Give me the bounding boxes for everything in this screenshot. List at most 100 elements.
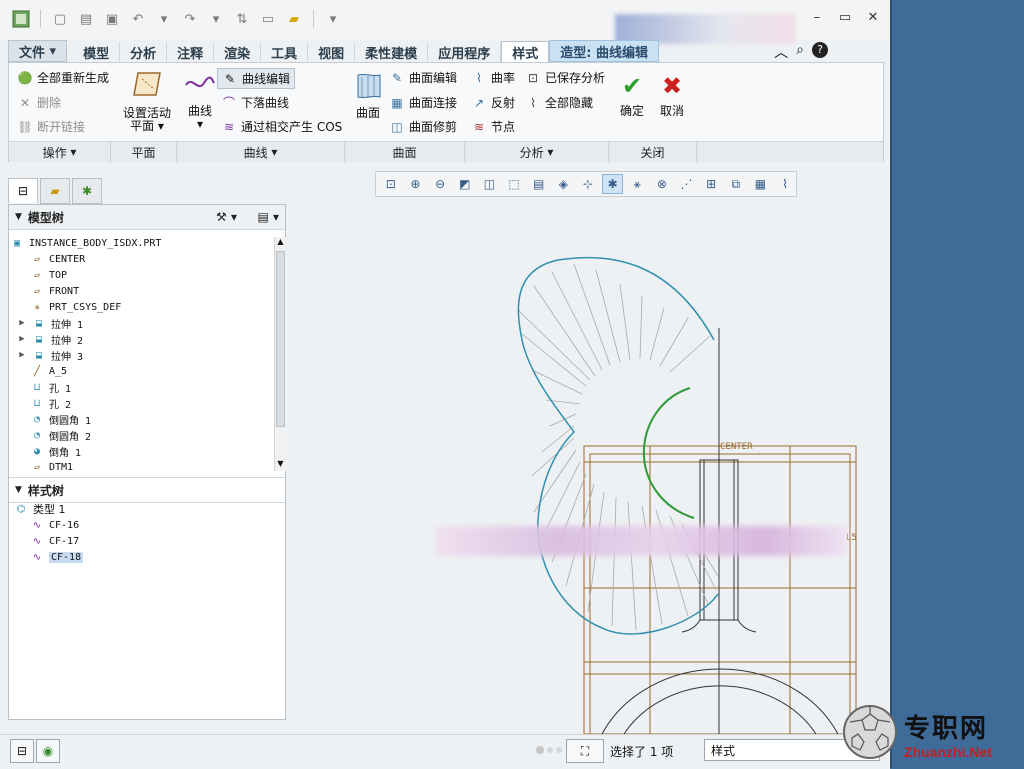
csys-display-icon[interactable]: ⊞ bbox=[700, 174, 722, 194]
minimize-icon[interactable]: – bbox=[808, 8, 826, 26]
tab-file[interactable]: 文件 ▾ bbox=[8, 40, 68, 62]
curvature-button[interactable]: ⌇ 曲率 bbox=[471, 69, 515, 86]
favorites-tab[interactable]: ✱ bbox=[72, 178, 102, 204]
tree-item[interactable]: ∿ CF-16 bbox=[9, 517, 269, 533]
model-tree-tab[interactable]: ⊟ bbox=[8, 178, 38, 203]
expand-icon[interactable]: ▶ bbox=[17, 334, 27, 344]
browser-icon[interactable]: ◉ bbox=[36, 739, 60, 763]
tab-annotate[interactable]: 注释 bbox=[167, 42, 215, 62]
curve-display-icon[interactable]: ⌇ bbox=[774, 174, 796, 194]
group-label-analysis[interactable]: 分析 ▾ bbox=[465, 142, 609, 162]
tree-item[interactable]: ◔ 倒圆角 1 bbox=[9, 411, 269, 427]
zoom-out-icon[interactable]: ⊖ bbox=[429, 174, 451, 194]
spin-center-icon[interactable]: ✱ bbox=[601, 174, 624, 194]
surface-connect-button[interactable]: ▦ 曲面连接 bbox=[389, 94, 457, 111]
scroll-down-icon[interactable]: ▼ bbox=[275, 459, 286, 471]
new-icon[interactable]: ▢ bbox=[49, 8, 71, 30]
tree-item[interactable]: ◕ 倒角 1 bbox=[9, 443, 269, 459]
tree-item-selected[interactable]: ∿ CF-18 bbox=[9, 549, 269, 565]
tree-item[interactable]: ▱ DTM1 bbox=[9, 459, 269, 475]
tab-applications[interactable]: 应用程序 bbox=[428, 42, 502, 62]
plane-display-icon[interactable]: ⧉ bbox=[725, 174, 747, 194]
regenerate-all-button[interactable]: 🟢 全部重新生成 bbox=[17, 69, 110, 86]
open-icon[interactable]: ▤ bbox=[75, 8, 97, 30]
tree-item[interactable]: ✳ PRT_CSYS_DEF bbox=[9, 299, 269, 315]
app-icon[interactable] bbox=[10, 8, 32, 30]
tree-item[interactable]: ⊔ 孔 2 bbox=[9, 395, 269, 411]
close-window-icon[interactable]: ▰ bbox=[283, 8, 305, 30]
settings-icon[interactable]: ▤ ▾ bbox=[257, 210, 279, 224]
tab-flexible-modeling[interactable]: 柔性建模 bbox=[355, 42, 429, 62]
curve-button[interactable]: 曲线 ▾ bbox=[183, 73, 217, 131]
group-label-operations[interactable]: 操作 ▾ bbox=[9, 142, 111, 162]
save-icon[interactable]: ▣ bbox=[101, 8, 123, 30]
tree-item[interactable]: ▶ ⬓ 拉伸 2 bbox=[9, 331, 269, 347]
scroll-up-icon[interactable]: ▲ bbox=[275, 237, 286, 249]
tree-root[interactable]: ▣ INSTANCE_BODY_ISDX.PRT bbox=[9, 235, 269, 251]
tab-style-curve-edit[interactable]: 造型: 曲线编辑 bbox=[549, 40, 659, 62]
datum-display-icon[interactable]: ⊹ bbox=[577, 174, 599, 194]
reflect-button[interactable]: ↗ 反射 bbox=[471, 94, 515, 111]
tab-analysis[interactable]: 分析 bbox=[120, 42, 168, 62]
search-icon[interactable]: ⌕ bbox=[796, 42, 804, 62]
collapse-ribbon-icon[interactable]: ︿ bbox=[774, 42, 788, 62]
undo-dropdown-icon[interactable]: ▾ bbox=[153, 8, 175, 30]
redo-dropdown-icon[interactable]: ▾ bbox=[205, 8, 227, 30]
group-label-curves[interactable]: 曲线 ▾ bbox=[177, 142, 345, 162]
tree-item[interactable]: ◔ 倒圆角 2 bbox=[9, 427, 269, 443]
windows-icon[interactable]: ▭ bbox=[257, 8, 279, 30]
surface-trim-button[interactable]: ◫ 曲面修剪 bbox=[389, 118, 457, 135]
tab-style[interactable]: 样式 bbox=[501, 41, 550, 62]
folder-browser-tab[interactable]: ▰ bbox=[40, 178, 70, 204]
tab-tools[interactable]: 工具 bbox=[261, 42, 309, 62]
curve-edit-button[interactable]: ✎ 曲线编辑 bbox=[217, 68, 296, 89]
expand-icon[interactable]: ▶ bbox=[17, 350, 27, 360]
zoom-in-icon[interactable]: ⊕ bbox=[405, 174, 427, 194]
hide-all-button[interactable]: ⌇ 全部隐藏 bbox=[525, 94, 593, 111]
tree-root[interactable]: ⌬ 类型 1 bbox=[9, 501, 269, 517]
tree-item[interactable]: ⊔ 孔 1 bbox=[9, 379, 269, 395]
tools-icon[interactable]: ⚒ ▾ bbox=[216, 210, 237, 224]
tree-item[interactable]: ▶ ⬓ 拉伸 1 bbox=[9, 315, 269, 331]
surface-edit-button[interactable]: ✎ 曲面编辑 bbox=[389, 69, 457, 86]
customize-dropdown-icon[interactable]: ▾ bbox=[322, 8, 344, 30]
maximize-icon[interactable]: ▭ bbox=[836, 8, 854, 26]
tree-item[interactable]: ∿ CF-17 bbox=[9, 533, 269, 549]
redo-icon[interactable]: ↷ bbox=[179, 8, 201, 30]
scrollbar-thumb[interactable] bbox=[276, 251, 285, 427]
expand-icon[interactable]: ▶ bbox=[17, 318, 27, 328]
view-manager-icon[interactable]: ▤ bbox=[528, 174, 550, 194]
nodes-button[interactable]: ≋ 节点 bbox=[471, 118, 515, 135]
surface-button[interactable]: 曲面 bbox=[351, 71, 385, 120]
tree-item[interactable]: ▱ FRONT bbox=[9, 283, 269, 299]
grid-display-icon[interactable]: ▦ bbox=[750, 174, 772, 194]
display-style-icon[interactable]: ◫ bbox=[479, 174, 501, 194]
ok-button[interactable]: ✔ 确定 bbox=[615, 73, 649, 118]
annotation-display-icon[interactable]: ⚹ bbox=[626, 174, 648, 194]
break-link-button[interactable]: ⛓ 断开链接 bbox=[17, 118, 85, 135]
tree-item[interactable]: ▶ ⬓ 拉伸 3 bbox=[9, 347, 269, 363]
tree-item[interactable]: ▱ CENTER bbox=[9, 251, 269, 267]
saved-orientations-icon[interactable]: ⬚ bbox=[503, 174, 525, 194]
find-icon[interactable]: ⛶ bbox=[566, 739, 604, 763]
repaint-icon[interactable]: ◩ bbox=[454, 174, 476, 194]
tree-item[interactable]: ╱ A_5 bbox=[9, 363, 269, 379]
axis-display-icon[interactable]: ⊗ bbox=[651, 174, 673, 194]
graphics-window[interactable]: CENTER L5 bbox=[290, 200, 888, 735]
collapse-icon[interactable]: ▼ bbox=[15, 485, 22, 495]
tab-render[interactable]: 渲染 bbox=[214, 42, 262, 62]
close-icon[interactable]: ✕ bbox=[864, 8, 882, 26]
model-tree-scrollbar[interactable]: ▲ ▼ bbox=[274, 237, 286, 471]
tab-model[interactable]: 模型 bbox=[73, 42, 121, 62]
cancel-button[interactable]: ✖ 取消 bbox=[655, 73, 689, 118]
collapse-icon[interactable]: ▼ bbox=[15, 212, 22, 222]
refit-icon[interactable]: ⊡ bbox=[380, 174, 402, 194]
tree-item[interactable]: ▱ TOP bbox=[9, 267, 269, 283]
set-active-plane-button[interactable]: 设置活动 平面 ▾ bbox=[117, 71, 177, 133]
tab-view[interactable]: 视图 bbox=[308, 42, 356, 62]
delete-button[interactable]: ✕ 删除 bbox=[17, 94, 61, 111]
help-icon[interactable]: ? bbox=[812, 42, 828, 58]
show-tree-icon[interactable]: ⊟ bbox=[10, 739, 34, 763]
drop-curve-button[interactable]: ⌒ 下落曲线 bbox=[221, 94, 289, 111]
perspective-icon[interactable]: ◈ bbox=[552, 174, 574, 194]
